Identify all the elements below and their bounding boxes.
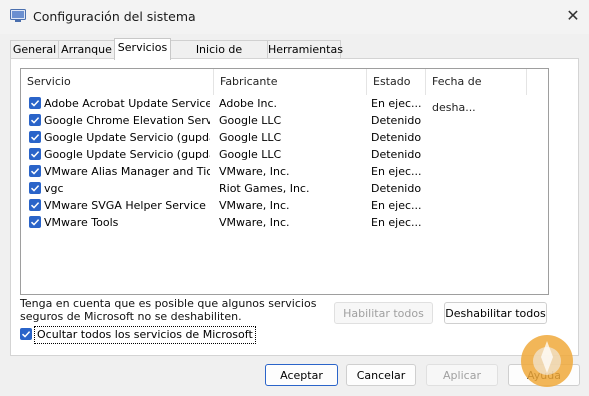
enable-all-button[interactable]: Habilitar todos [334,302,433,324]
service-name: VMware Tools [44,216,119,229]
checkmark-icon [30,219,40,226]
service-manufacturer: VMware, Inc. [219,165,290,178]
service-name: Google Chrome Elevation Servic... [44,114,210,127]
apply-button[interactable]: Aplicar [426,364,498,386]
service-status: Detenido [371,114,422,127]
service-status: En ejec... [371,199,422,212]
column-divider[interactable] [526,69,527,95]
system-config-icon [10,9,26,23]
checkmark-icon [30,185,40,192]
service-checkbox[interactable] [29,131,41,143]
service-name: Google Update Servicio (gupdat... [44,148,210,161]
service-checkbox[interactable] [29,199,41,211]
service-status: En ejec... [371,97,422,110]
tab-inicio-de-windows[interactable]: Inicio de Windows [170,40,268,74]
tab-herramientas[interactable]: Herramientas [267,40,343,59]
services-list[interactable]: Servicio Fabricante Estado Fecha de desh… [20,68,549,295]
table-row[interactable]: VMware SVGA Helper Service VMware, Inc. En… [21,197,548,214]
tab-arranque[interactable]: Arranque [58,40,115,59]
column-header-manufacturer[interactable]: Fabricante [214,69,366,95]
service-manufacturer: Google LLC [219,131,282,144]
service-manufacturer: Riot Games, Inc. [219,182,310,195]
service-checkbox[interactable] [29,97,41,109]
service-status: En ejec... [371,165,422,178]
checkmark-icon [21,331,31,338]
cancel-button[interactable]: Cancelar [346,364,416,386]
service-checkbox[interactable] [29,182,41,194]
close-icon: ✕ [566,6,580,25]
checkmark-icon [30,151,40,158]
window-title: Configuración del sistema [33,9,196,24]
column-header-disable-date[interactable]: Fecha de desha... [426,69,526,114]
tab-general[interactable]: General [10,40,59,59]
checkmark-icon [30,117,40,124]
table-row[interactable]: VMware Tools VMware, Inc. En ejec... [21,214,548,231]
table-row[interactable]: Google Chrome Elevation Servic... Google … [21,112,548,129]
table-row[interactable]: vgc Riot Games, Inc. Detenido [21,180,548,197]
service-status: Detenido [371,182,422,195]
service-manufacturer: Google LLC [219,114,282,127]
service-checkbox[interactable] [29,216,41,228]
hide-microsoft-services-label[interactable]: Ocultar todos los servicios de Microsoft [34,326,256,344]
service-status: Detenido [371,148,422,161]
service-checkbox[interactable] [29,148,41,160]
tab-servicios[interactable]: Servicios [114,38,171,60]
checkmark-icon [30,168,40,175]
service-manufacturer: Adobe Inc. [219,97,278,110]
checkmark-icon [30,202,40,209]
checkbox[interactable] [20,328,32,340]
service-manufacturer: VMware, Inc. [219,199,290,212]
close-button[interactable]: ✕ [560,5,586,27]
column-header-service[interactable]: Servicio [21,69,213,95]
service-name: Adobe Acrobat Update Service [44,97,210,110]
checkmark-icon [30,134,40,141]
service-checkbox[interactable] [29,165,41,177]
column-header-status[interactable]: Estado [367,69,425,95]
checkmark-icon [30,100,40,107]
table-row[interactable]: VMware Alias Manager and Ticke... VMware,… [21,163,548,180]
service-checkbox[interactable] [29,114,41,126]
service-name: VMware Alias Manager and Ticke... [44,165,210,178]
watermark-logo [507,327,587,393]
service-name: VMware SVGA Helper Service [44,199,206,212]
table-row[interactable]: Google Update Servicio (gupdat... Google … [21,146,548,163]
ok-button[interactable]: Aceptar [265,364,338,386]
table-row[interactable]: Google Update Servicio (gupdate) Google L… [21,129,548,146]
service-manufacturer: Google LLC [219,148,282,161]
service-status: En ejec... [371,216,422,229]
microsoft-services-note: Tenga en cuenta que es posible que algun… [20,297,317,323]
service-manufacturer: VMware, Inc. [219,216,290,229]
service-name: vgc [44,182,64,195]
service-name: Google Update Servicio (gupdate) [44,131,210,144]
disable-all-button[interactable]: Deshabilitar todos [444,302,547,324]
table-row[interactable]: Adobe Acrobat Update Service Adobe Inc. En… [21,95,548,112]
service-status: Detenido [371,131,422,144]
